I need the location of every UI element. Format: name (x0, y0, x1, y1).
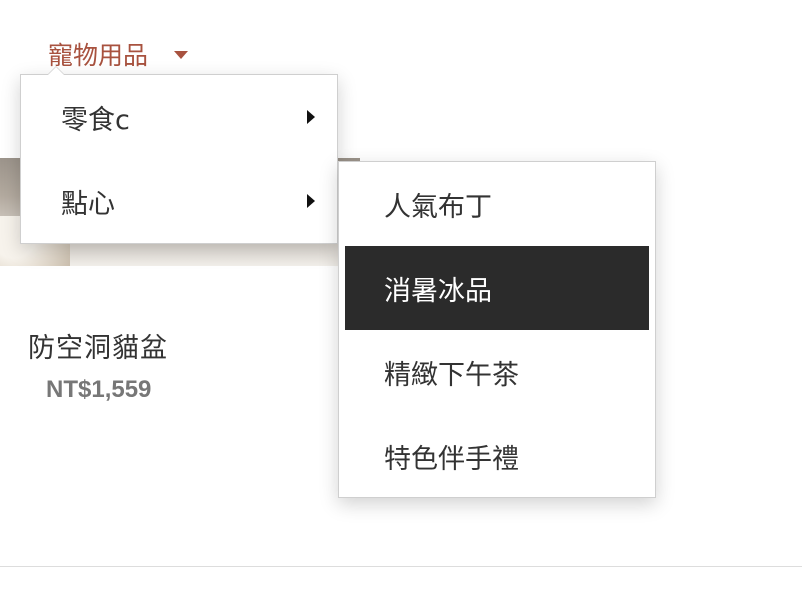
menu-item-label: 點心 (61, 188, 115, 220)
nav-pet-supplies-trigger[interactable]: 寵物用品 (48, 36, 189, 72)
submenu-item-summer-ice[interactable]: 消暑冰品 (345, 246, 649, 330)
submenu-item-souvenir-gifts[interactable]: 特色伴手禮 (345, 414, 649, 498)
submenu-item-label: 人氣布丁 (384, 191, 492, 223)
chevron-right-icon (307, 194, 315, 208)
product-name[interactable]: 防空洞貓盆 (28, 326, 168, 365)
submenu-item-label: 精緻下午茶 (384, 359, 519, 391)
section-divider (0, 566, 802, 567)
submenu-item-label: 特色伴手禮 (384, 443, 519, 475)
chevron-right-icon (307, 110, 315, 124)
menu-item-desserts[interactable]: 點心 (21, 159, 337, 243)
product-price: NT$1,559 (46, 376, 152, 403)
submenu-item-afternoon-tea[interactable]: 精緻下午茶 (345, 330, 649, 414)
dropdown-submenu-desserts: 人氣布丁 消暑冰品 精緻下午茶 特色伴手禮 (338, 161, 656, 498)
dropdown-menu-level1: 零食c 點心 (20, 66, 338, 244)
dropdown-pointer (47, 66, 65, 75)
submenu-item-label: 消暑冰品 (384, 275, 492, 307)
submenu-item-popular-pudding[interactable]: 人氣布丁 (345, 162, 649, 246)
chevron-down-icon (174, 51, 189, 59)
menu-item-snacks-c[interactable]: 零食c (21, 75, 337, 159)
menu-item-label: 零食c (61, 104, 130, 136)
